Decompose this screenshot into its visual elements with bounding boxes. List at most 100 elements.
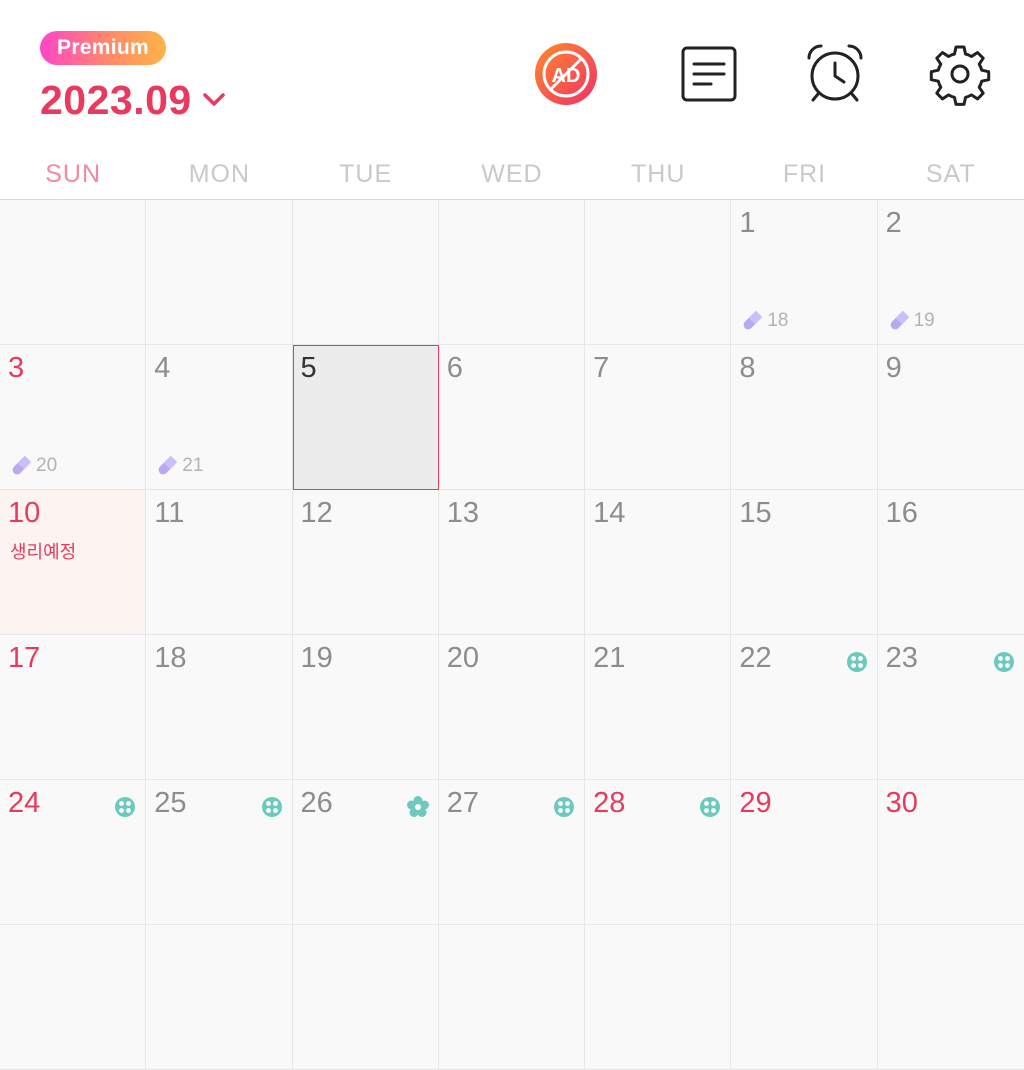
day-cell-5[interactable]: 5: [292, 345, 439, 490]
empty-day-cell: [585, 200, 732, 345]
weekday-wed: WED: [481, 160, 543, 188]
pill-record: 18: [740, 309, 788, 333]
day-cell-27[interactable]: 27: [438, 780, 586, 925]
pill-record: 20: [9, 454, 57, 478]
fertile-icon: [553, 796, 575, 818]
day-number: 18: [154, 642, 187, 674]
svg-text:AD: AD: [552, 65, 581, 87]
ovulation-icon: [406, 796, 429, 818]
remove-ads-icon[interactable]: AD: [534, 42, 598, 106]
day-number: 23: [885, 642, 918, 674]
day-cell-17[interactable]: 17: [0, 635, 147, 780]
day-cell-14[interactable]: 14: [585, 490, 732, 635]
day-cell-2[interactable]: 2 19: [877, 200, 1024, 345]
day-cell-6[interactable]: 6: [438, 345, 586, 490]
day-number: 19: [300, 642, 333, 674]
empty-day-cell: [438, 200, 586, 345]
header: Premium 2023.09 AD: [0, 0, 1024, 150]
weekday-sun: SUN: [45, 160, 102, 188]
month-label: 2023.09: [40, 76, 192, 123]
empty-day-cell: [585, 925, 732, 1070]
weekday-mon: MON: [188, 160, 251, 188]
day-number: 26: [300, 787, 333, 819]
fertile-icon: [114, 796, 136, 818]
day-cell-19[interactable]: 19: [292, 635, 439, 780]
day-number: 20: [446, 642, 480, 674]
week-row: 1 18 2 19: [0, 200, 1024, 345]
day-number: 6: [446, 352, 463, 384]
day-cell-15[interactable]: 15: [731, 490, 878, 635]
day-cell-30[interactable]: 30: [877, 780, 1024, 925]
day-cell-8[interactable]: 8: [731, 345, 878, 490]
day-cell-28[interactable]: 28: [585, 780, 732, 925]
day-number: 15: [739, 497, 772, 529]
weekday-sat: SAT: [925, 160, 976, 188]
day-number: 9: [885, 352, 902, 384]
gear-icon[interactable]: [928, 42, 992, 106]
day-cell-7[interactable]: 7: [585, 345, 732, 490]
period-note: 생리예정: [10, 542, 77, 562]
week-row: [0, 925, 1024, 1070]
day-number: 8: [739, 352, 756, 384]
fertile-icon: [846, 651, 868, 673]
day-number: 1: [739, 207, 756, 239]
day-cell-9[interactable]: 9: [877, 345, 1024, 490]
day-cell-11[interactable]: 11: [146, 490, 293, 635]
pill-count: 19: [913, 310, 935, 331]
weekday-fri: FRI: [782, 160, 827, 188]
month-selector[interactable]: 2023.09: [40, 76, 228, 124]
empty-day-cell: [292, 925, 439, 1070]
day-number: 10: [8, 497, 41, 529]
day-number: 13: [446, 497, 480, 529]
calendar-grid: 1 18 2 19 3 20 4 21 5 6 7 8 9 10 생리예정 11 12 13 14 15 16 17 18 1…: [0, 200, 1024, 1070]
day-number: 16: [885, 497, 918, 529]
day-number: 22: [739, 642, 772, 674]
day-number: 24: [8, 787, 41, 819]
alarm-icon[interactable]: [803, 42, 867, 106]
day-cell-16[interactable]: 16: [877, 490, 1024, 635]
pill-icon: [158, 455, 178, 475]
empty-day-cell: [146, 925, 293, 1070]
day-cell-12[interactable]: 12: [292, 490, 439, 635]
day-number: 17: [8, 642, 41, 674]
day-cell-21[interactable]: 21: [585, 635, 732, 780]
day-number: 29: [739, 787, 772, 819]
week-row: 24 25 26 27 28 29 30: [0, 780, 1024, 925]
memo-icon[interactable]: [677, 42, 741, 106]
day-cell-18[interactable]: 18: [146, 635, 293, 780]
premium-badge[interactable]: Premium: [40, 31, 166, 65]
pill-icon: [12, 455, 32, 475]
pill-icon: [890, 310, 909, 330]
day-cell-24[interactable]: 24: [0, 780, 147, 925]
empty-day-cell: [0, 925, 147, 1070]
day-cell-13[interactable]: 13: [438, 490, 586, 635]
weekday-tue: TUE: [339, 160, 393, 188]
fertile-icon: [993, 651, 1015, 673]
fertile-icon: [699, 796, 721, 818]
empty-day-cell: [0, 200, 147, 345]
empty-day-cell: [292, 200, 439, 345]
day-cell-25[interactable]: 25: [146, 780, 293, 925]
day-number: 4: [154, 352, 171, 384]
day-cell-1[interactable]: 1 18: [731, 200, 878, 345]
day-cell-4[interactable]: 4 21: [146, 345, 293, 490]
day-cell-23[interactable]: 23: [877, 635, 1024, 780]
pill-count: 20: [36, 455, 58, 476]
day-number: 5: [300, 352, 317, 384]
day-cell-29[interactable]: 29: [731, 780, 878, 925]
day-cell-22[interactable]: 22: [731, 635, 878, 780]
week-row: 17 18 19 20 21 22 23: [0, 635, 1024, 780]
day-number: 2: [885, 207, 902, 239]
chevron-down-icon: [202, 93, 225, 106]
empty-day-cell: [731, 925, 878, 1070]
day-number: 27: [446, 787, 480, 819]
fertile-icon: [261, 796, 283, 818]
day-cell-10[interactable]: 10 생리예정: [0, 490, 147, 635]
empty-day-cell: [438, 925, 586, 1070]
day-cell-26[interactable]: 26: [292, 780, 439, 925]
pill-icon: [743, 310, 763, 330]
day-cell-3[interactable]: 3 20: [0, 345, 147, 490]
pill-record: 19: [887, 309, 935, 333]
pill-count: 21: [182, 455, 204, 476]
day-cell-20[interactable]: 20: [438, 635, 586, 780]
